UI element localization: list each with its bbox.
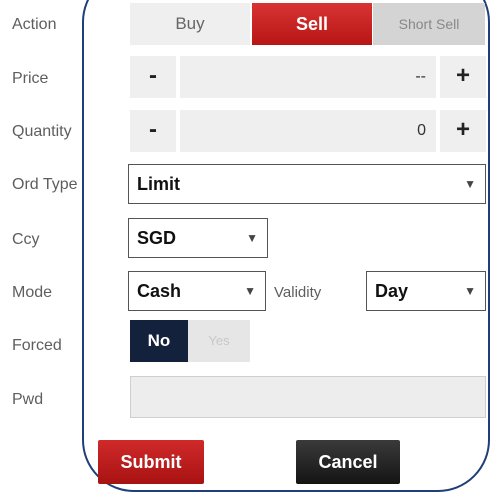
password-input[interactable]: [130, 376, 486, 418]
price-label: Price: [12, 70, 49, 87]
action-sell-button[interactable]: Sell: [252, 3, 372, 45]
mode-value: Cash: [137, 281, 182, 301]
mode-label: Mode: [12, 284, 53, 301]
forced-no-toggle[interactable]: No: [130, 320, 188, 362]
chevron-down-icon: ▼: [246, 231, 258, 245]
price-decrement-button[interactable]: -: [130, 56, 176, 98]
chevron-down-icon: ▼: [464, 177, 476, 191]
action-short-sell-button[interactable]: Short Sell: [373, 3, 485, 45]
chevron-down-icon: ▼: [464, 284, 476, 298]
cancel-button[interactable]: Cancel: [296, 440, 400, 484]
validity-select[interactable]: Day ▼: [366, 271, 486, 311]
quantity-increment-button[interactable]: +: [440, 110, 486, 152]
quantity-label: Quantity: [12, 123, 72, 140]
validity-label: Validity: [274, 284, 322, 301]
price-increment-button[interactable]: +: [440, 56, 486, 98]
ord-type-select[interactable]: Limit ▼: [128, 164, 486, 204]
action-buy-button[interactable]: Buy: [130, 3, 250, 45]
ord-type-value: Limit: [137, 174, 180, 194]
ord-type-label: Ord Type: [12, 176, 78, 193]
quantity-decrement-button[interactable]: -: [130, 110, 176, 152]
ccy-value: SGD: [137, 228, 177, 248]
ccy-select[interactable]: SGD ▼: [128, 218, 268, 258]
validity-value: Day: [375, 281, 409, 301]
price-input[interactable]: --: [180, 56, 436, 98]
chevron-down-icon: ▼: [244, 284, 256, 298]
quantity-input[interactable]: 0: [180, 110, 436, 152]
pwd-label: Pwd: [12, 391, 44, 408]
submit-button[interactable]: Submit: [98, 440, 204, 484]
ccy-label: Ccy: [12, 231, 40, 248]
action-label: Action: [12, 16, 57, 33]
forced-yes-toggle[interactable]: Yes: [188, 320, 250, 362]
mode-select[interactable]: Cash ▼: [128, 271, 266, 311]
forced-label: Forced: [12, 337, 62, 354]
